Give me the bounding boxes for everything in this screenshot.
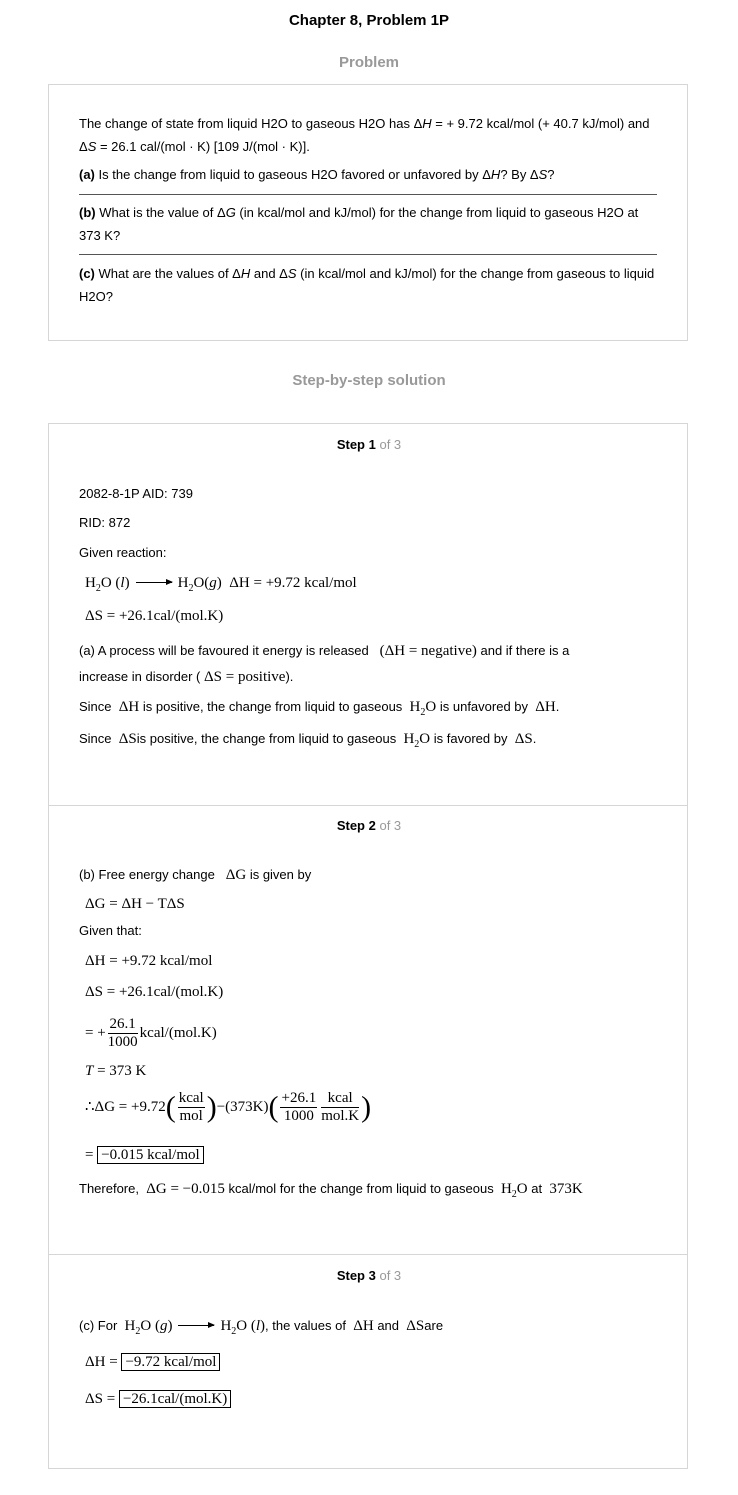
step1-since-ds: Since ΔSis positive, the change from liq… [79, 731, 537, 750]
step1-given: Given reaction: [79, 545, 167, 560]
step2-given: Given that: [79, 923, 142, 938]
step1-aid: 2082-8-1P AID: 739 [79, 486, 193, 501]
step-1-title: Step 1 of 3 [336, 437, 402, 452]
question-divider [79, 194, 657, 195]
step2-calculation: ∴ΔG = +9.72(kcal mol)−(373K)(+26.1 1000 kca… [85, 1090, 372, 1124]
step3-dh: ΔH = −9.72 kcal/mol [85, 1352, 221, 1372]
solution-heading: Step-by-step solution [292, 372, 446, 389]
step2-result: = −0.015 kcal/mol [85, 1145, 204, 1165]
question-divider [79, 254, 657, 255]
step2-dh: ΔH = +9.72 kcal/mol [85, 953, 213, 969]
question-b: (b) What is the value of ΔG (in kcal/mol… [79, 205, 639, 243]
question-c: (c) What are the values of ΔH and ΔS (in… [79, 266, 655, 304]
step1-a-line1: (a) A process will be favoured it energy… [79, 643, 570, 659]
problem-heading: Problem [338, 54, 399, 71]
step1-rid: RID: 872 [79, 515, 131, 530]
step2-ds: ΔS = +26.1cal/(mol.K) [85, 984, 224, 1000]
step1-reaction: H2O (l) H2O(g) ΔH = +9.72 kcal/mol [85, 575, 357, 594]
problem-intro: The change of state from liquid H2O to g… [79, 116, 650, 154]
question-a: (a) Is the change from liquid to gaseous… [79, 167, 555, 182]
step-divider [49, 805, 687, 806]
step1-since-dh: Since ΔH is positive, the change from li… [79, 699, 560, 718]
step3-ds: ΔS = −26.1cal/(mol.K) [85, 1389, 232, 1409]
step2-therefore: Therefore, ΔG = −0.015 kcal/mol for the … [79, 1181, 583, 1200]
step1-a-line2: increase in disorder ( ΔS = positive). [79, 669, 294, 685]
step2-ds-converted: = +26.1 1000 kcal/(mol.K) [85, 1016, 217, 1050]
step-divider [49, 1254, 687, 1255]
step3-intro: (c) For H2O (g) H2O (l), the values of ΔH… [79, 1318, 444, 1337]
step2-formula: ΔG = ΔH − TΔS [85, 896, 185, 912]
step-2-title: Step 2 of 3 [336, 818, 402, 833]
step-3-title: Step 3 of 3 [336, 1268, 402, 1283]
step2-intro: (b) Free energy change ΔG is given by [79, 867, 312, 883]
page-title: Chapter 8, Problem 1P [288, 12, 450, 29]
step2-temperature: T = 373 K [85, 1063, 147, 1079]
step1-entropy: ΔS = +26.1cal/(mol.K) [85, 608, 224, 624]
